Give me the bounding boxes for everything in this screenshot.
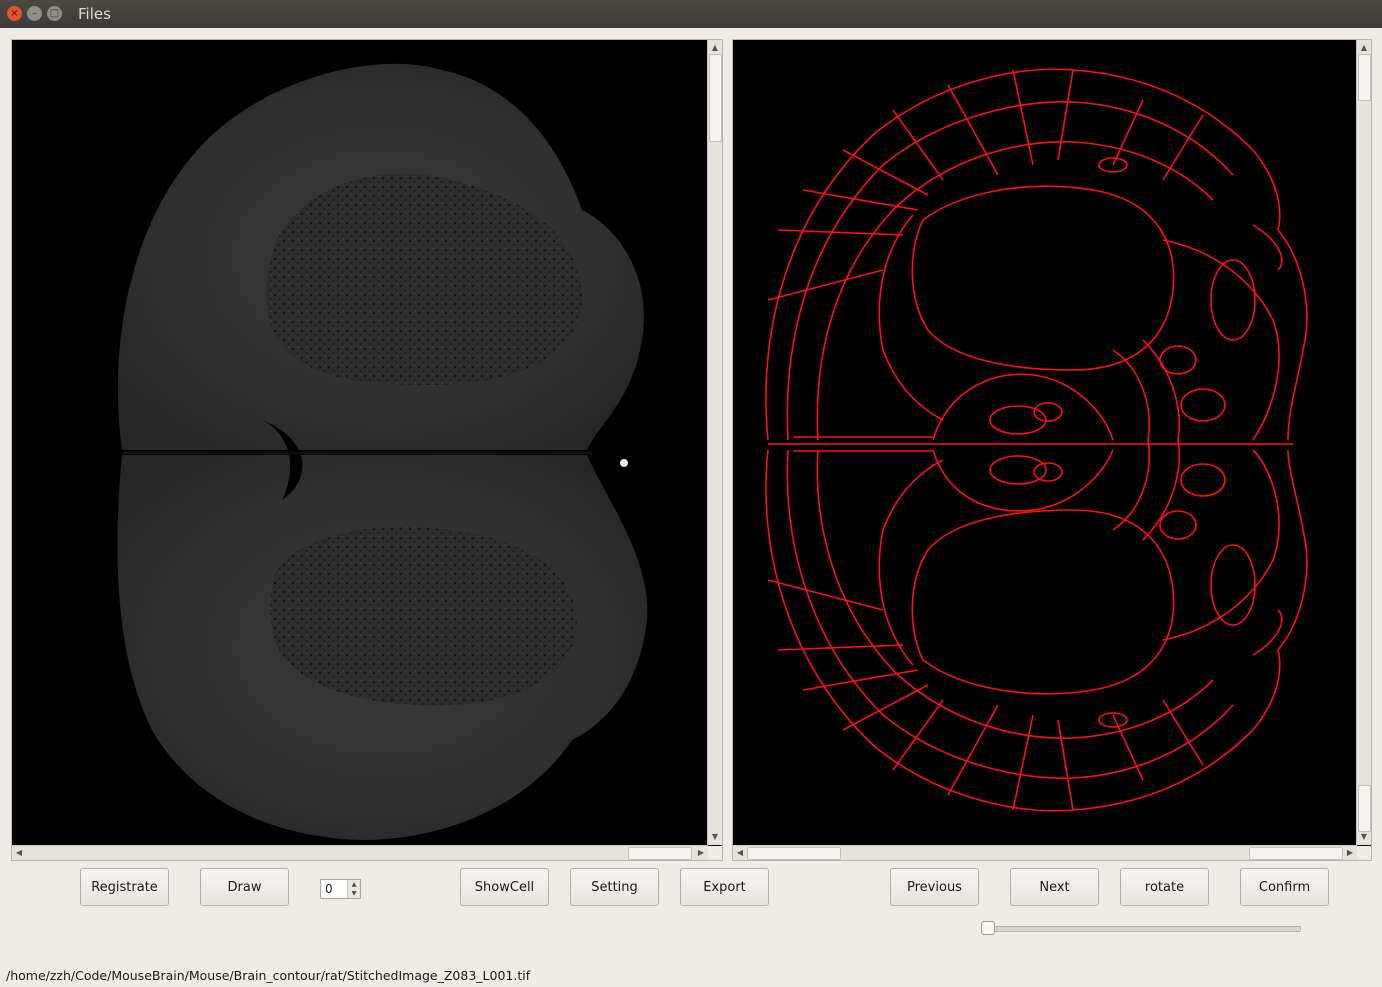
scroll-right-arrow-icon[interactable]: ▶ <box>1343 847 1357 859</box>
left-horizontal-scroll-thumb[interactable] <box>628 847 692 860</box>
minimize-icon[interactable]: – <box>27 6 42 21</box>
spinbox-arrows[interactable]: ▲ ▼ <box>347 880 360 898</box>
rotation-slider-handle[interactable] <box>981 921 995 935</box>
index-spinbox[interactable]: 0 ▲ ▼ <box>320 879 361 899</box>
atlas-contour-view[interactable]: ▲ ▼ ◀ ▶ <box>732 39 1372 861</box>
right-horizontal-scroll-thumb-end[interactable] <box>1249 847 1343 860</box>
scroll-left-arrow-icon[interactable]: ◀ <box>12 847 26 859</box>
right-vertical-scroll-thumb[interactable] <box>1358 54 1371 101</box>
scroll-left-arrow-icon[interactable]: ◀ <box>733 847 747 859</box>
confirm-button[interactable]: Confirm <box>1240 868 1329 906</box>
right-horizontal-scrollbar[interactable]: ◀ ▶ <box>733 845 1357 860</box>
right-vertical-scroll-thumb-lower[interactable] <box>1358 785 1371 832</box>
rotation-slider-track[interactable] <box>983 926 1301 932</box>
spin-down-icon[interactable]: ▼ <box>348 889 360 898</box>
scroll-corner <box>1357 846 1371 860</box>
left-vertical-scroll-thumb[interactable] <box>709 54 722 142</box>
scroll-up-arrow-icon[interactable]: ▲ <box>708 42 722 54</box>
source-image-view[interactable]: ▲ ▼ ◀ ▶ <box>11 39 723 861</box>
spin-up-icon[interactable]: ▲ <box>348 880 360 889</box>
scroll-down-arrow-icon[interactable]: ▼ <box>1357 831 1371 843</box>
maximize-icon[interactable]: □ <box>47 6 62 21</box>
registrate-button[interactable]: Registrate <box>80 868 169 906</box>
brain-section-image <box>117 63 648 840</box>
status-file-path: /home/zzh/Code/MouseBrain/Mouse/Brain_co… <box>6 968 531 983</box>
export-button[interactable]: Export <box>680 868 769 906</box>
spinbox-value: 0 <box>325 882 333 896</box>
setting-button[interactable]: Setting <box>570 868 659 906</box>
scroll-up-arrow-icon[interactable]: ▲ <box>1357 42 1371 54</box>
scroll-right-arrow-icon[interactable]: ▶ <box>694 847 708 859</box>
showcell-button[interactable]: ShowCell <box>460 868 549 906</box>
close-icon[interactable]: × <box>7 6 22 21</box>
right-horizontal-scroll-thumb[interactable] <box>747 847 841 860</box>
left-horizontal-scrollbar[interactable]: ◀ ▶ <box>12 845 708 860</box>
left-vertical-scrollbar[interactable]: ▲ ▼ <box>707 40 722 845</box>
window-titlebar: × – □ Files <box>0 0 1382 28</box>
scroll-corner <box>708 846 722 860</box>
draw-button[interactable]: Draw <box>200 868 289 906</box>
next-button[interactable]: Next <box>1010 868 1099 906</box>
window-title: Files <box>78 5 111 23</box>
atlas-contour-image <box>765 68 1308 812</box>
previous-button[interactable]: Previous <box>890 868 979 906</box>
rotate-button[interactable]: rotate <box>1120 868 1209 906</box>
scroll-down-arrow-icon[interactable]: ▼ <box>708 831 722 843</box>
right-vertical-scrollbar[interactable]: ▲ ▼ <box>1356 40 1371 845</box>
